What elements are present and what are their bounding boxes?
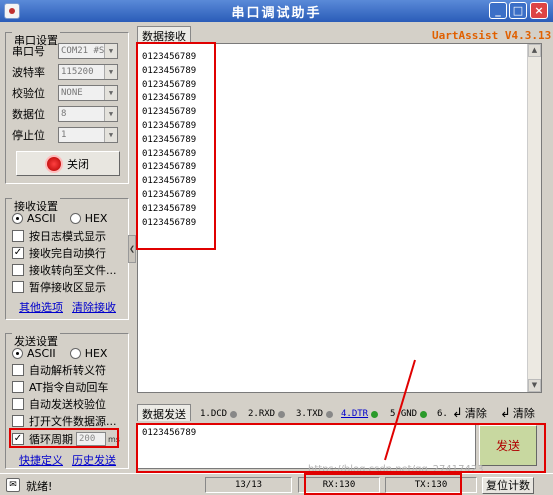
recv-option-pause[interactable]: 暂停接收区显示 bbox=[12, 279, 106, 295]
status-icon: ✉ bbox=[6, 478, 20, 492]
send-settings-group: 发送设置 ASCII HEX 自动解析转义符 AT指令自动回车 自动发送校验位 … bbox=[5, 333, 129, 469]
close-port-button[interactable]: 关闭 bbox=[16, 151, 120, 176]
send-option-checksum[interactable]: 自动发送校验位 bbox=[12, 396, 106, 412]
recv-hex-radio[interactable]: HEX bbox=[85, 212, 108, 225]
radio-off-icon bbox=[69, 212, 81, 224]
signal-led-icon bbox=[371, 410, 379, 418]
send-ascii-radio[interactable]: ASCII HEX bbox=[12, 345, 107, 361]
send-highlight-box bbox=[136, 423, 546, 473]
port-select[interactable]: COM21 #S1 ▼ bbox=[58, 43, 118, 59]
signal-led-icon bbox=[420, 410, 428, 418]
status-ready: 就绪! bbox=[26, 480, 53, 493]
undo-arrow-icon: ↲ bbox=[452, 405, 463, 421]
signal-5: 5.GND bbox=[390, 407, 428, 421]
tab-recv[interactable]: 数据接收 bbox=[137, 26, 191, 43]
recv-scrollbar[interactable]: ▲ ▼ bbox=[527, 44, 541, 392]
checkbox-icon bbox=[12, 398, 24, 410]
radio-on-icon bbox=[12, 347, 23, 359]
parity-label: 校验位 bbox=[12, 87, 45, 100]
baud-select[interactable]: 115200 ▼ bbox=[58, 64, 118, 80]
recv-option-newline[interactable]: ✓ 接收完自动换行 bbox=[12, 245, 106, 261]
minimize-button[interactable]: _ bbox=[489, 2, 507, 19]
chevron-down-icon: ▼ bbox=[104, 128, 117, 142]
signal-6: 6. bbox=[437, 409, 448, 419]
send-option-at-cr[interactable]: AT指令自动回车 bbox=[12, 379, 108, 395]
scroll-down-icon[interactable]: ▼ bbox=[528, 379, 541, 392]
signal-led-icon bbox=[230, 410, 238, 418]
radio-off-icon bbox=[69, 347, 81, 359]
reset-count-button[interactable]: 复位计数 bbox=[482, 477, 534, 494]
loop-highlight-box bbox=[9, 428, 119, 448]
shortcut-link[interactable]: 快捷定义 bbox=[19, 452, 63, 468]
window-title: 串口调试助手 bbox=[231, 6, 322, 21]
parity-select[interactable]: NONE ▼ bbox=[58, 85, 118, 101]
counters-highlight-box bbox=[304, 473, 462, 495]
title-bar: 串口调试助手 _ □ × bbox=[0, 0, 553, 22]
recv-settings-group: 接收设置 ASCII HEX 按日志模式显示 ✓ 接收完自动换行 接收转向至文件.… bbox=[5, 198, 129, 320]
checkbox-icon bbox=[12, 381, 24, 393]
tab-send[interactable]: 数据发送 bbox=[137, 404, 191, 421]
radio-on-icon bbox=[12, 212, 23, 224]
status-bar: ✉ 就绪! 13/13 RX:130 TX:130 复位计数 bbox=[0, 473, 553, 495]
stopbits-select[interactable]: 1 ▼ bbox=[58, 127, 118, 143]
status-count: 13/13 bbox=[205, 477, 292, 493]
clear-send-button-2[interactable]: ↲ 清除 bbox=[500, 405, 535, 421]
checkbox-icon bbox=[12, 230, 24, 242]
history-link[interactable]: 历史发送 bbox=[72, 452, 116, 468]
port-label: 串口号 bbox=[12, 45, 45, 58]
brand-label: UartAssist V4.3.13 bbox=[432, 29, 552, 42]
recv-highlight-box bbox=[136, 42, 216, 250]
checkbox-checked-icon: ✓ bbox=[12, 247, 24, 259]
clear-recv-link[interactable]: 清除接收 bbox=[72, 299, 116, 315]
signal-4[interactable]: 4.DTR bbox=[341, 407, 379, 421]
checkbox-icon bbox=[12, 415, 24, 427]
recv-ascii-radio[interactable]: ASCII HEX bbox=[12, 210, 107, 226]
chevron-down-icon: ▼ bbox=[104, 44, 117, 58]
chevron-down-icon: ▼ bbox=[104, 107, 117, 121]
databits-select[interactable]: 8 ▼ bbox=[58, 106, 118, 122]
signal-led-icon bbox=[278, 410, 286, 418]
signal-led-icon bbox=[326, 410, 334, 418]
signal-2: 2.RXD bbox=[248, 407, 286, 421]
recv-option-file[interactable]: 接收转向至文件... bbox=[12, 262, 117, 278]
signal-3: 3.TXD bbox=[296, 407, 334, 421]
clear-send-button-1[interactable]: ↲ 清除 bbox=[452, 405, 487, 421]
checkbox-icon bbox=[12, 364, 24, 376]
port-status-icon bbox=[47, 156, 61, 171]
send-option-escape[interactable]: 自动解析转义符 bbox=[12, 362, 106, 378]
more-options-link[interactable]: 其他选项 bbox=[19, 299, 63, 315]
databits-label: 数据位 bbox=[12, 108, 45, 121]
send-hex-radio[interactable]: HEX bbox=[85, 347, 108, 360]
undo-arrow-icon: ↲ bbox=[500, 405, 511, 421]
recv-option-log[interactable]: 按日志模式显示 bbox=[12, 228, 106, 244]
maximize-button[interactable]: □ bbox=[509, 2, 527, 19]
chevron-down-icon: ▼ bbox=[104, 65, 117, 79]
chevron-down-icon: ▼ bbox=[104, 86, 117, 100]
stopbits-label: 停止位 bbox=[12, 129, 45, 142]
checkbox-icon bbox=[12, 264, 24, 276]
send-option-file[interactable]: 打开文件数据源... bbox=[12, 413, 117, 429]
checkbox-icon bbox=[12, 281, 24, 293]
baud-label: 波特率 bbox=[12, 66, 45, 79]
serial-settings-group: 串口设置 串口号 COM21 #S1 ▼ 波特率 115200 ▼ 校验位 NONE… bbox=[5, 32, 129, 184]
close-window-button[interactable]: × bbox=[530, 2, 548, 19]
collapse-panel-button[interactable]: ❮ bbox=[128, 235, 136, 263]
signal-1: 1.DCD bbox=[200, 407, 238, 421]
scroll-up-icon[interactable]: ▲ bbox=[528, 44, 541, 57]
